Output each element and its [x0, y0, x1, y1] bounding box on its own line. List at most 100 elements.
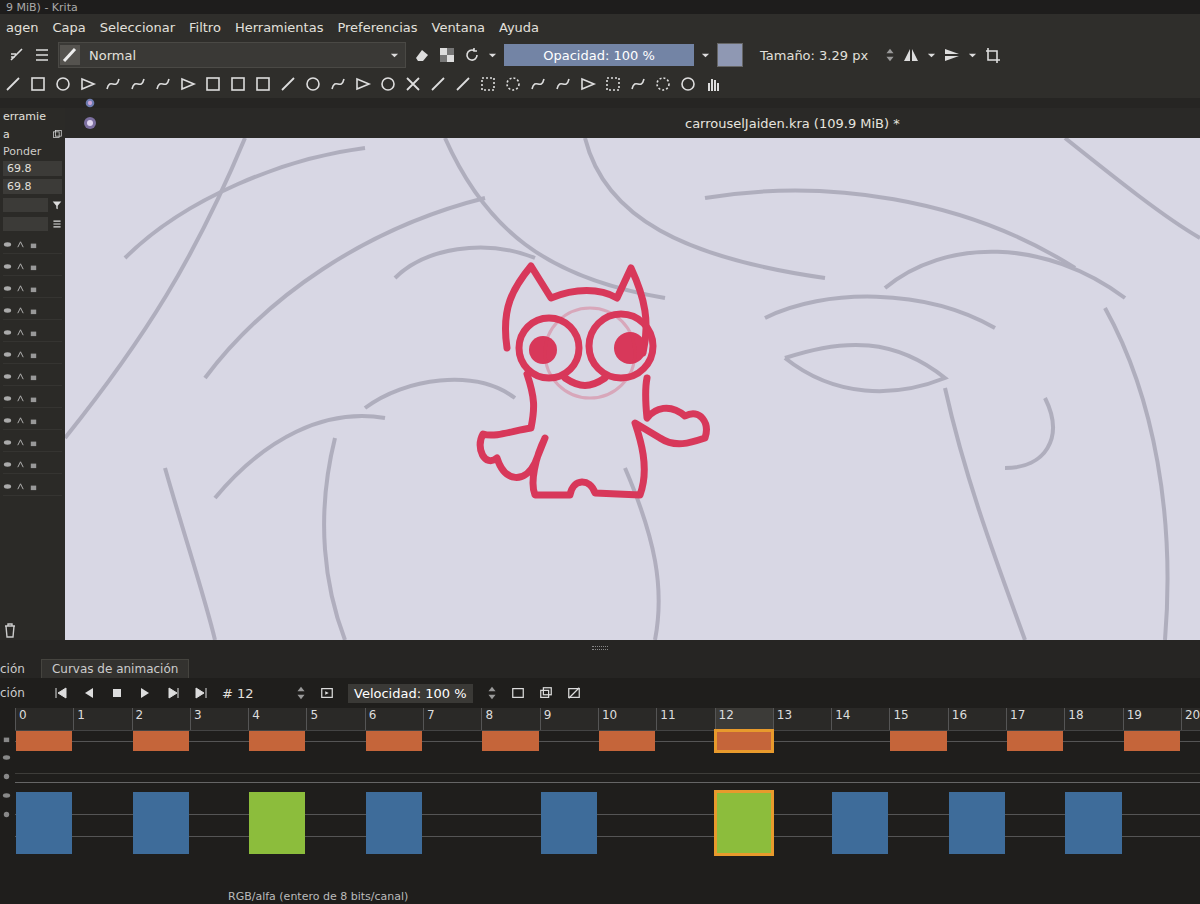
tool-icon[interactable]	[354, 75, 372, 93]
layer-row[interactable]	[3, 367, 62, 386]
keyframe[interactable]	[541, 792, 597, 854]
onion-skins-icon[interactable]	[539, 686, 553, 700]
layer-row[interactable]	[3, 389, 62, 408]
eye-icon[interactable]	[3, 460, 12, 469]
frame-number[interactable]: 18	[1064, 708, 1122, 730]
layer-row[interactable]	[3, 323, 62, 342]
loop-icon[interactable]	[320, 686, 334, 700]
eye-icon[interactable]	[3, 416, 12, 425]
splitter-grip[interactable]	[592, 646, 608, 650]
lock-icon[interactable]	[2, 734, 11, 743]
tool-icon[interactable]	[404, 75, 422, 93]
lock-icon[interactable]	[29, 394, 38, 403]
tool-icon[interactable]	[454, 75, 472, 93]
first-frame-icon[interactable]	[54, 686, 68, 700]
dropdown-arrow-icon[interactable]	[927, 51, 936, 60]
menu-item[interactable]: Filtro	[189, 20, 221, 35]
tool-icon[interactable]	[254, 75, 272, 93]
frame-number[interactable]: 19	[1123, 708, 1181, 730]
frame-number[interactable]: 9	[540, 708, 598, 730]
tool-icon[interactable]	[654, 75, 672, 93]
layer-row[interactable]	[3, 455, 62, 474]
tool-icon[interactable]	[704, 75, 722, 93]
keyframe[interactable]	[249, 731, 305, 751]
alpha-icon[interactable]	[16, 328, 25, 337]
keyframe[interactable]	[716, 731, 772, 751]
menu-item[interactable]: Herramientas	[235, 20, 324, 35]
keyframe[interactable]	[16, 731, 72, 751]
eye-icon[interactable]	[2, 791, 11, 800]
frame-number[interactable]: 5	[306, 708, 364, 730]
keyframe[interactable]	[133, 731, 189, 751]
tool-icon[interactable]	[554, 75, 572, 93]
keyframe[interactable]	[1124, 731, 1180, 751]
tool-icon[interactable]	[529, 75, 547, 93]
eye-icon[interactable]	[3, 284, 12, 293]
menu-item[interactable]: Ayuda	[499, 20, 539, 35]
tool-icon[interactable]	[54, 75, 72, 93]
lock-icon[interactable]	[29, 416, 38, 425]
keyframe[interactable]	[716, 792, 772, 854]
frame-number[interactable]: 17	[1006, 708, 1064, 730]
frame-number[interactable]: 8	[481, 708, 539, 730]
keyframe[interactable]	[1065, 792, 1121, 854]
spin-arrows-icon[interactable]	[296, 685, 306, 701]
layer-row[interactable]	[3, 411, 62, 430]
alpha-icon[interactable]	[16, 240, 25, 249]
alpha-icon[interactable]	[16, 438, 25, 447]
layer-row[interactable]	[3, 433, 62, 452]
float-icon[interactable]	[52, 126, 62, 142]
tool-icon[interactable]	[304, 75, 322, 93]
settings-list-icon[interactable]	[33, 46, 51, 64]
lock-icon[interactable]	[29, 350, 38, 359]
lock-icon[interactable]	[29, 328, 38, 337]
frame-number[interactable]: 11	[656, 708, 714, 730]
alpha-icon[interactable]	[16, 262, 25, 271]
tool-icon[interactable]	[329, 75, 347, 93]
frame-number[interactable]: 10	[598, 708, 656, 730]
previous-frame-icon[interactable]	[82, 686, 96, 700]
alpha-icon[interactable]	[16, 394, 25, 403]
keyframe[interactable]	[949, 792, 1005, 854]
alpha-icon[interactable]	[16, 306, 25, 315]
tool-icon[interactable]	[679, 75, 697, 93]
mirror-vertical-icon[interactable]	[943, 46, 961, 64]
lock-icon[interactable]	[29, 306, 38, 315]
canvas[interactable]	[65, 138, 1200, 640]
frame-field[interactable]: # 12	[222, 686, 282, 701]
frame-number[interactable]: 1	[73, 708, 131, 730]
alpha-icon[interactable]	[16, 372, 25, 381]
eye-icon[interactable]	[3, 328, 12, 337]
alpha-lock-icon[interactable]	[438, 46, 456, 64]
frame-number[interactable]: 2	[132, 708, 190, 730]
dropdown-arrow-icon[interactable]	[701, 51, 710, 60]
eye-icon[interactable]	[3, 438, 12, 447]
filter-icon[interactable]	[52, 197, 62, 213]
lock-icon[interactable]	[29, 460, 38, 469]
tool-icon[interactable]	[604, 75, 622, 93]
play-icon[interactable]	[138, 686, 152, 700]
wrap-around-icon[interactable]	[984, 46, 1002, 64]
tool-icon[interactable]	[379, 75, 397, 93]
dropdown-arrow-icon[interactable]	[488, 51, 497, 60]
layer-row[interactable]	[3, 279, 62, 298]
lock-icon[interactable]	[29, 372, 38, 381]
menu-item[interactable]: agen	[6, 20, 38, 35]
layer-row[interactable]	[3, 301, 62, 320]
tool-icon[interactable]	[429, 75, 447, 93]
last-frame-icon[interactable]	[194, 686, 208, 700]
keyframe[interactable]	[832, 792, 888, 854]
keyframe[interactable]	[366, 792, 422, 854]
tool-icon[interactable]	[179, 75, 197, 93]
document-tab[interactable]: carrouselJaiden.kra (109.9 MiB) *	[685, 116, 900, 131]
tool-icon[interactable]	[479, 75, 497, 93]
frame-number[interactable]: 16	[948, 708, 1006, 730]
frame-number[interactable]: 12	[715, 708, 773, 730]
lock-icon[interactable]	[29, 240, 38, 249]
eye-icon[interactable]	[3, 306, 12, 315]
keyframe[interactable]	[482, 731, 538, 751]
lock-icon[interactable]	[29, 438, 38, 447]
alpha-icon[interactable]	[16, 416, 25, 425]
layer-row[interactable]	[3, 257, 62, 276]
keyframe[interactable]	[599, 731, 655, 751]
